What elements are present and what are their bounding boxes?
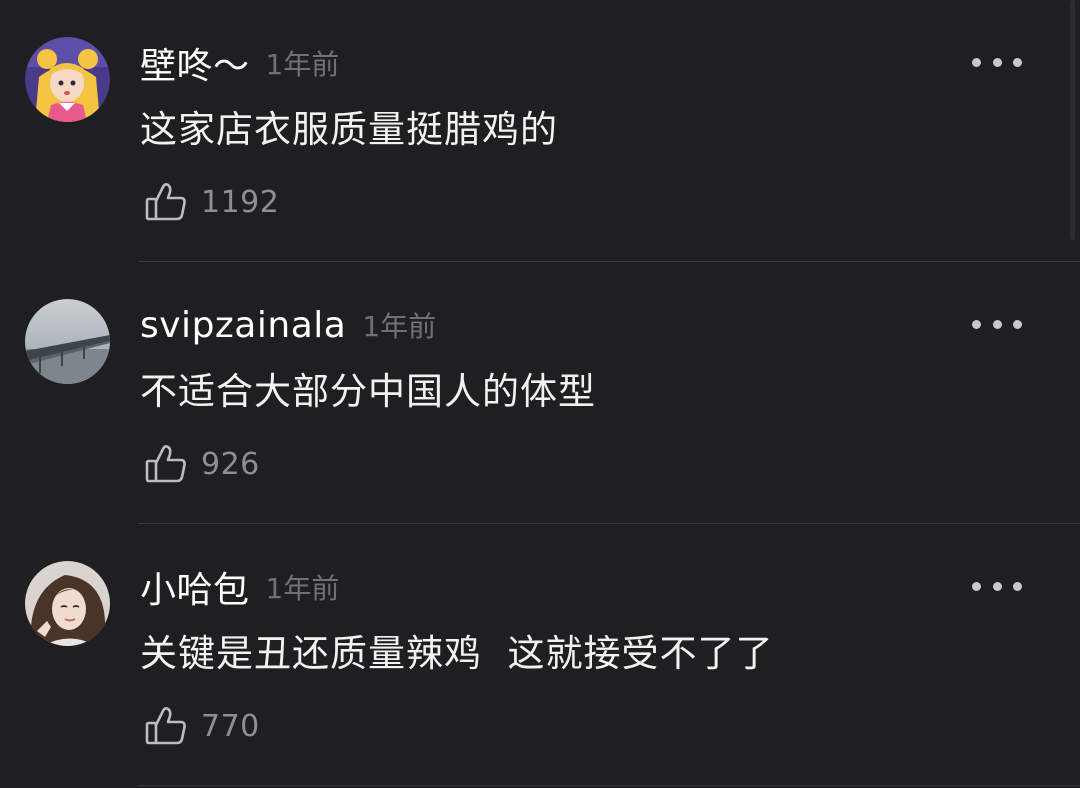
like-button[interactable]: 1192 <box>143 178 279 226</box>
comment-header: 壁咚～ 1年前 <box>140 38 339 88</box>
more-dot <box>972 581 981 591</box>
more-dot <box>1013 57 1022 67</box>
avatar[interactable] <box>25 299 110 384</box>
avatar[interactable] <box>25 37 110 122</box>
timestamp: 1年前 <box>362 310 437 343</box>
like-count: 926 <box>201 446 260 482</box>
scrollbar[interactable] <box>1070 0 1075 240</box>
more-dot <box>972 57 981 67</box>
comment-item: 壁咚～ 1年前 这家店衣服质量挺腊鸡的 1192 <box>0 0 1080 262</box>
username[interactable]: svipzainala <box>140 305 346 346</box>
like-button[interactable]: 770 <box>143 702 260 750</box>
comment-text: 不适合大部分中国人的体型 <box>140 370 596 413</box>
girl-portrait-avatar-icon <box>25 561 110 646</box>
comment-item: svipzainala 1年前 不适合大部分中国人的体型 926 <box>0 262 1080 524</box>
more-options-button[interactable] <box>972 574 1022 598</box>
more-dot <box>992 57 1002 67</box>
thumbs-up-icon <box>145 183 186 221</box>
thumbs-up-icon <box>145 707 186 745</box>
timestamp: 1年前 <box>265 572 340 605</box>
thumbs-up-icon <box>145 445 186 483</box>
comment-text: 关键是丑还质量辣鸡 这就接受不了了 <box>140 632 774 675</box>
more-dot <box>992 581 1002 591</box>
comment-header: svipzainala 1年前 <box>140 300 436 350</box>
username[interactable]: 小哈包 <box>140 561 250 613</box>
like-button[interactable]: 926 <box>143 440 260 488</box>
more-options-button[interactable] <box>972 50 1022 74</box>
anime-girl-avatar-icon <box>25 37 110 122</box>
bridge-landscape-avatar-icon <box>25 299 110 384</box>
more-dot <box>992 319 1002 329</box>
timestamp: 1年前 <box>265 48 340 81</box>
more-dot <box>972 319 981 329</box>
like-count: 770 <box>201 708 260 744</box>
comment-item: 小哈包 1年前 关键是丑还质量辣鸡 这就接受不了了 770 <box>0 524 1080 786</box>
more-dot <box>1013 319 1022 329</box>
username[interactable]: 壁咚～ <box>140 37 250 89</box>
comment-header: 小哈包 1年前 <box>140 562 339 612</box>
more-dot <box>1013 581 1022 591</box>
more-options-button[interactable] <box>972 312 1022 336</box>
avatar[interactable] <box>25 561 110 646</box>
comment-text: 这家店衣服质量挺腊鸡的 <box>140 108 558 151</box>
like-count: 1192 <box>201 184 280 220</box>
divider <box>138 785 1080 786</box>
